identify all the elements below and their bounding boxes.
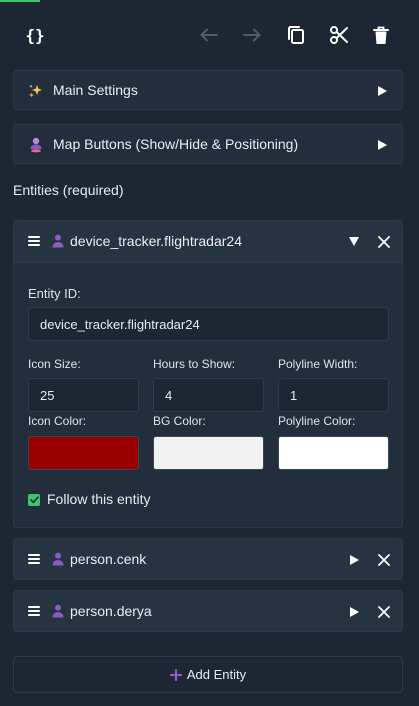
arrow-right-icon[interactable] [240,14,264,56]
bg-color-label: BG Color: [153,414,206,428]
entities-section-label: Entities (required) [13,182,124,198]
entity-name: person.derya [70,603,152,619]
expand-arrow-icon[interactable] [350,555,359,565]
hours-to-show-label: Hours to Show: [153,357,236,371]
map-buttons-panel[interactable]: Map Buttons (Show/Hide & Positioning) [13,124,403,164]
arrow-left-icon[interactable] [197,14,221,56]
hours-to-show-field[interactable]: 4 [153,378,264,412]
entity-panel-collapsed[interactable]: person.derya [13,590,403,632]
polyline-color-label: Polyline Color: [278,414,356,428]
braces-icon[interactable]: {} [20,14,50,56]
expand-arrow-icon[interactable] [378,140,387,150]
entity-id-label: Entity ID: [28,286,81,301]
drag-handle-icon[interactable] [28,236,40,246]
close-icon[interactable] [377,605,391,619]
icon-color-label: Icon Color: [28,414,87,428]
entity-name: device_tracker.flightradar24 [70,233,242,249]
trash-icon[interactable] [370,14,392,56]
add-entity-button[interactable]: Add Entity [13,656,403,693]
drag-handle-icon[interactable] [28,606,40,616]
expand-arrow-icon[interactable] [378,86,387,96]
copy-icon[interactable] [284,14,308,56]
person-icon [52,604,64,618]
sparkles-icon [28,83,44,99]
close-icon[interactable] [377,553,391,567]
toolbar: {} [0,14,419,56]
add-entity-label: Add Entity [186,667,247,682]
entity-id-field[interactable]: device_tracker.flightradar24 [28,307,389,341]
bg-color-swatch[interactable] [153,436,264,470]
polyline-width-label: Polyline Width: [278,357,358,371]
entity-header[interactable]: device_tracker.flightradar24 [14,221,402,263]
person-icon [52,552,64,566]
entity-panel-expanded: device_tracker.flightradar24 [13,220,403,528]
map-buttons-title: Map Buttons (Show/Hide & Positioning) [53,136,299,152]
collapse-arrow-icon[interactable] [349,237,359,246]
main-settings-title: Main Settings [53,82,138,98]
follow-entity-checkbox[interactable] [28,494,40,506]
checkmark-icon [29,496,39,504]
drag-handle-icon[interactable] [28,554,40,564]
icon-size-field[interactable]: 25 [28,378,139,412]
entity-panel-collapsed[interactable]: person.cenk [13,538,403,580]
person-pin-icon [28,137,44,153]
expand-arrow-icon[interactable] [350,607,359,617]
main-settings-panel[interactable]: Main Settings [13,70,403,110]
icon-size-label: Icon Size: [28,357,81,371]
plus-icon [169,668,182,681]
polyline-width-field[interactable]: 1 [278,378,389,412]
top-accent-bar [0,0,40,2]
close-icon[interactable] [377,235,391,249]
scissors-icon[interactable] [327,14,351,56]
entity-name: person.cenk [70,551,147,567]
icon-color-swatch[interactable] [28,436,139,470]
person-icon [52,234,64,248]
polyline-color-swatch[interactable] [278,436,389,470]
follow-entity-label: Follow this entity [47,491,151,507]
